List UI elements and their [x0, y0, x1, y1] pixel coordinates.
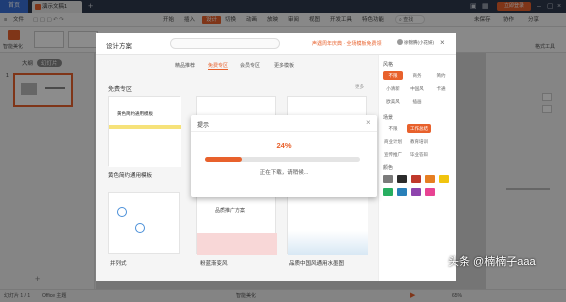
tab-member[interactable]: 会员专区 — [240, 62, 260, 69]
tab-free[interactable]: 免费专区 — [208, 62, 229, 70]
color-swatch[interactable] — [411, 188, 421, 196]
scene-pill[interactable]: 不限 — [383, 124, 403, 133]
scene-pill[interactable]: 商业计划 — [383, 137, 403, 146]
avatar[interactable] — [397, 39, 403, 45]
template-search-input[interactable] — [170, 38, 280, 49]
color-swatch[interactable] — [425, 188, 435, 196]
style-pill[interactable]: 商务 — [407, 71, 427, 80]
color-swatch[interactable] — [425, 175, 435, 183]
tab-recommended[interactable]: 精品推荐 — [175, 62, 195, 69]
style-pill[interactable]: 小清新 — [383, 84, 403, 93]
download-prompt-dialog — [191, 115, 377, 197]
design-dialog-title: 设计方案 — [106, 43, 132, 50]
watermark: 头条 @楠楠子aaa — [448, 256, 536, 268]
template-card[interactable] — [108, 192, 180, 254]
progress-percent: 24% — [276, 141, 292, 150]
card-label[interactable]: 并列式 — [110, 259, 127, 267]
style-filter-head: 风格 — [383, 62, 394, 68]
close-icon[interactable]: × — [366, 118, 371, 127]
color-swatch[interactable] — [383, 188, 393, 196]
prompt-title: 提示 — [197, 123, 210, 129]
card-label[interactable]: 黄色简约通用模板 — [108, 171, 152, 179]
card-label[interactable]: 粉蓝渐变风 — [200, 259, 228, 267]
style-pill[interactable]: 卡通 — [431, 84, 451, 93]
card-thumbnail — [109, 97, 181, 167]
card-shape-icon — [117, 207, 127, 217]
card-title-text: 品质推广方案 — [215, 208, 246, 214]
prompt-divider — [191, 131, 377, 132]
style-pill[interactable]: 中国风 — [407, 84, 427, 93]
progress-fill — [205, 157, 242, 162]
color-swatch[interactable] — [397, 188, 407, 196]
style-pill[interactable]: 插画 — [407, 97, 427, 106]
card-thumbnail — [197, 233, 277, 255]
card-label[interactable]: 品质中国风通用水墨图 — [289, 259, 344, 267]
section-title: 免费专区 — [108, 87, 133, 93]
template-card[interactable] — [287, 192, 368, 255]
promo-banner[interactable]: 声遇周年庆典 · 全场模板免费领 — [312, 40, 381, 47]
template-card[interactable]: 黄色简约通用模板 — [108, 96, 181, 167]
style-pill[interactable]: 欧美风 — [383, 97, 403, 106]
more-link[interactable]: 更多 — [355, 84, 364, 90]
prompt-message: 正在下载，请稍候... — [259, 170, 309, 176]
style-pill[interactable]: 不限 — [383, 71, 403, 80]
tab-more[interactable]: 更多模板 — [274, 62, 294, 69]
card-shape-icon — [135, 223, 145, 233]
color-swatch[interactable] — [397, 175, 407, 183]
scene-filter-head: 场景 — [383, 115, 394, 121]
scene-pill[interactable]: 毕业答辩 — [407, 150, 431, 159]
style-pill[interactable]: 简约 — [431, 71, 451, 80]
scene-pill[interactable]: 工作总结 — [407, 124, 431, 133]
color-swatch[interactable] — [439, 175, 449, 183]
template-card[interactable]: 品质推广方案 — [196, 192, 277, 255]
color-filter-head: 颜色 — [383, 165, 394, 171]
color-swatch[interactable] — [411, 175, 421, 183]
card-thumbnail — [288, 193, 368, 255]
scene-pill[interactable]: 教育培训 — [407, 137, 431, 146]
color-swatch[interactable] — [383, 175, 393, 183]
scene-pill[interactable]: 宣传推广 — [383, 150, 403, 159]
card-title-text: 黄色简约通用模板 — [117, 111, 153, 116]
user-name[interactable]: 徐锦腾(小花妍) — [404, 40, 434, 46]
close-design-icon[interactable]: × — [440, 38, 445, 47]
